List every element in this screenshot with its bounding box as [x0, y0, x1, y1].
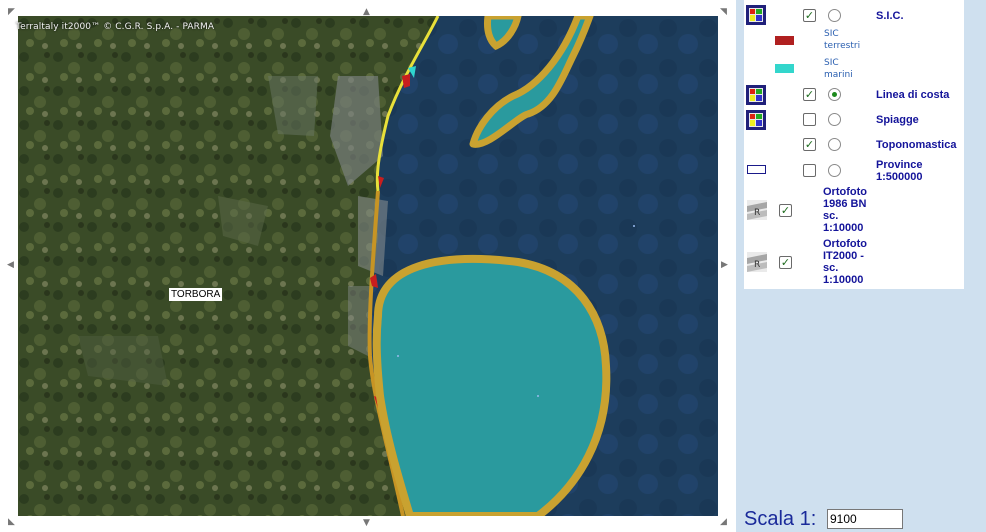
linea-di-costa-label: Linea di costa — [876, 89, 950, 101]
layer-row-toponomastica: ✓ Toponomastica — [744, 134, 964, 156]
scale-input[interactable] — [827, 509, 903, 529]
sic-layer-checkbox[interactable]: ✓ — [803, 9, 816, 22]
ortofoto-it2000-checkbox[interactable]: ✓ — [779, 256, 792, 269]
map-frame: ▲ ▼ ◀ ▶ ◤ ◥ ◣ ◢ Terraltaly it2000™ © C.G… — [0, 0, 736, 532]
legend-item-sic-marini: SIC marini — [744, 57, 964, 83]
pan-right-arrow-icon[interactable]: ▶ — [721, 261, 728, 270]
layer-row-sic: ✓ S.I.C. — [744, 4, 964, 26]
sic-active-radio[interactable] — [828, 9, 841, 22]
layer-row-linea-di-costa: ✓ Linea di costa — [744, 84, 964, 106]
spiagge-label: Spiagge — [876, 114, 919, 126]
pan-up-left-arrow-icon[interactable]: ◤ — [8, 8, 15, 17]
sic-marini-label-1: SIC — [824, 58, 839, 68]
right-panel: ✓ S.I.C. SIC terrestri SIC marini ✓ Line… — [736, 0, 986, 532]
layer-row-spiagge: Spiagge — [744, 109, 964, 131]
sic-terrestri-label-2: terrestri — [824, 41, 861, 51]
layer-row-province: Province 1:500000 — [744, 157, 964, 185]
ortofoto-1986-checkbox[interactable]: ✓ — [779, 204, 792, 217]
pan-down-arrow-icon[interactable]: ▼ — [363, 519, 370, 528]
sic-terrestri-swatch — [775, 36, 794, 45]
svg-text:R: R — [754, 260, 760, 270]
pan-left-arrow-icon[interactable]: ◀ — [7, 261, 14, 270]
ortofoto-1986-label-1: Ortofoto — [823, 186, 867, 198]
ortofoto-1986-label-4: 1:10000 — [823, 222, 864, 234]
layer-legend: ✓ S.I.C. SIC terrestri SIC marini ✓ Line… — [744, 0, 964, 289]
ortofoto-it2000-label-2: IT2000 - — [823, 250, 864, 262]
legend-item-sic-terrestri: SIC terrestri — [744, 28, 964, 54]
raster-icon: R — [747, 200, 767, 220]
legend-tool-icon[interactable] — [746, 110, 766, 130]
linea-di-costa-checkbox[interactable]: ✓ — [803, 88, 816, 101]
ortofoto-1986-label-3: sc. — [823, 210, 839, 222]
toponomastica-active-radio[interactable] — [828, 138, 841, 151]
linea-di-costa-active-radio[interactable] — [828, 88, 841, 101]
sic-terrestri-label-1: SIC — [824, 29, 839, 39]
pan-down-right-arrow-icon[interactable]: ◢ — [720, 518, 727, 527]
ortofoto-1986-label-2: 1986 BN — [823, 198, 867, 210]
layer-row-ortofoto-it2000: R ✓ Ortofoto IT2000 - sc. 1:10000 — [744, 238, 964, 288]
place-label-torbora: TORBORA — [169, 288, 223, 301]
map-image — [18, 16, 718, 516]
province-label-2: 1:500000 — [876, 171, 923, 183]
outline-rectangle-icon — [747, 165, 766, 174]
spiagge-checkbox[interactable] — [803, 113, 816, 126]
ortofoto-it2000-label-3: sc. — [823, 262, 839, 274]
province-active-radio[interactable] — [828, 164, 841, 177]
spiagge-active-radio[interactable] — [828, 113, 841, 126]
province-label-1: Province — [876, 159, 923, 171]
scale-label: Scala 1: — [744, 508, 817, 530]
toponomastica-label: Toponomastica — [876, 139, 957, 151]
pan-up-right-arrow-icon[interactable]: ◥ — [720, 8, 727, 17]
ortofoto-it2000-label-4: 1:10000 — [823, 274, 864, 286]
raster-icon: R — [747, 252, 767, 272]
toponomastica-checkbox[interactable]: ✓ — [803, 138, 816, 151]
legend-tool-icon[interactable] — [746, 85, 766, 105]
sic-marini-swatch — [775, 64, 794, 73]
pan-down-left-arrow-icon[interactable]: ◣ — [8, 518, 15, 527]
svg-text:R: R — [754, 208, 760, 218]
map-canvas[interactable] — [18, 16, 718, 516]
ortofoto-it2000-label-1: Ortofoto — [823, 238, 867, 250]
legend-tool-icon[interactable] — [746, 5, 766, 25]
layer-row-ortofoto-1986: R ✓ Ortofoto 1986 BN sc. 1:10000 — [744, 186, 964, 236]
province-checkbox[interactable] — [803, 164, 816, 177]
sic-marini-label-2: marini — [824, 70, 853, 80]
sic-layer-label: S.I.C. — [876, 10, 904, 22]
scale-control: Scala 1: — [744, 508, 903, 531]
map-credit: Terraltaly it2000™ © C.G.R. S.p.A. - PAR… — [16, 22, 215, 32]
